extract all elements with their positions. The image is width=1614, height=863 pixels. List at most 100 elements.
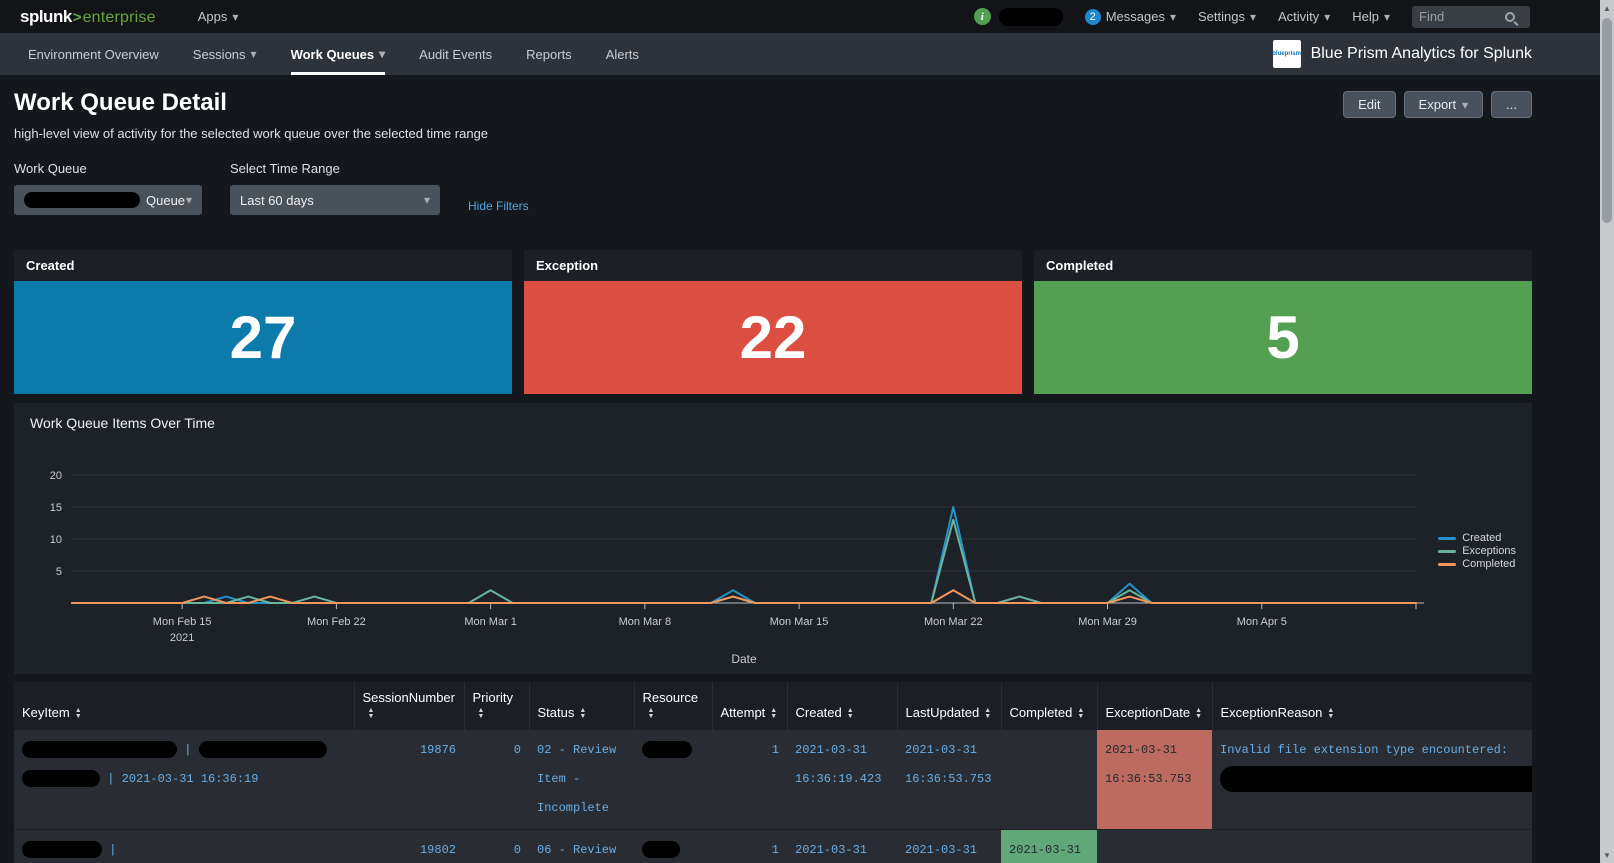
column-header-completed[interactable]: Completed ▲ ▼: [1000, 682, 1097, 730]
column-header-label: Resource: [642, 690, 699, 705]
y-tick-label: 15: [50, 502, 62, 514]
splunk-logo-text: splunk: [20, 6, 72, 26]
table-cell-resource[interactable]: [634, 829, 712, 863]
cell-line: | 2021-03-31 16:36:19: [22, 765, 346, 794]
page-subtitle: high-level view of activity for the sele…: [14, 126, 489, 141]
cell-line: 2021-03-31 13:24:13.337: [1009, 836, 1089, 863]
help-menu[interactable]: Help: [1352, 9, 1390, 24]
nav-tab-environment-overview[interactable]: Environment Overview: [28, 33, 159, 75]
table-cell-exceptiondate[interactable]: 2021-03-31 16:36:53.753: [1097, 729, 1212, 830]
app-title: Blue Prism Analytics for Splunk: [1310, 45, 1532, 62]
table-cell-status[interactable]: 06 - Review Item -: [529, 829, 634, 863]
legend-item-completed[interactable]: Completed: [1438, 558, 1516, 570]
export-button[interactable]: Export: [1403, 91, 1484, 118]
info-icon: i: [973, 8, 991, 25]
messages-menu[interactable]: 2 Messages: [1084, 8, 1176, 25]
chevron-down-icon: [251, 48, 257, 60]
table-cell-priority[interactable]: 0: [464, 829, 529, 863]
scroll-down-arrow-icon[interactable]: ▼: [1600, 847, 1614, 863]
table-cell-keyitem[interactable]: | v2 - Authentication | 2021-03-31 13:21…: [14, 829, 354, 863]
cell-line: 2021-03-31 16:36:19.423: [795, 736, 889, 794]
series-line-exceptions: [71, 518, 1417, 604]
column-header-keyitem[interactable]: KeyItem ▲ ▼: [14, 682, 354, 730]
redacted-text: [22, 741, 177, 759]
x-tick-label: Mon Feb 22: [307, 616, 366, 628]
table-cell-exceptionreason[interactable]: Invalid file extension type encountered:: [1212, 729, 1532, 830]
sort-icon: ▲ ▼: [846, 706, 854, 720]
column-header-label: ExceptionDate: [1105, 705, 1191, 720]
table-cell-priority[interactable]: 0: [464, 729, 529, 830]
sort-icon: ▲ ▼: [1077, 706, 1085, 720]
table-cell-lastupdated[interactable]: 2021-03-31 16:36:53.753: [897, 729, 1001, 830]
scroll-up-arrow-icon[interactable]: ▲: [1600, 0, 1614, 16]
kpi-panel-created: Created 27: [14, 250, 512, 394]
table-cell-session[interactable]: 19802: [354, 829, 464, 863]
column-header-exceptionreason[interactable]: ExceptionReason ▲ ▼: [1211, 682, 1532, 730]
chevron-down-icon: [424, 194, 430, 206]
sort-icon: ▲ ▼: [647, 706, 655, 720]
column-header-priority[interactable]: Priority ▲ ▼: [463, 682, 529, 730]
table-cell-exceptionreason[interactable]: [1212, 829, 1532, 863]
table-cell-lastupdated[interactable]: 2021-03-31 13:24:13.337: [897, 829, 1001, 863]
kpi-panel-exception: Exception 22: [524, 250, 1022, 394]
redacted-text: [642, 841, 680, 859]
table-cell-exceptiondate[interactable]: [1097, 829, 1212, 863]
legend-swatch-icon: [1438, 536, 1457, 540]
x-tick-label: Mon Apr 5: [1237, 616, 1287, 628]
find-input[interactable]: [1419, 9, 1501, 24]
table-cell-attempt[interactable]: 1: [712, 729, 787, 830]
scrollbar-thumb[interactable]: [1602, 18, 1612, 223]
legend-item-exceptions[interactable]: Exceptions: [1438, 545, 1516, 557]
nav-tab-reports[interactable]: Reports: [526, 33, 572, 75]
table-cell-completed[interactable]: 2021-03-31 13:24:13.337: [1001, 829, 1097, 863]
cell-line: 2021-03-31 13:24:13.337: [905, 836, 993, 863]
table-cell-status[interactable]: 02 - Review Item - Incomplete: [529, 729, 634, 830]
sort-icon: ▲ ▼: [770, 706, 778, 720]
time-range-dropdown[interactable]: Last 60 days: [230, 185, 440, 215]
edit-button[interactable]: Edit: [1343, 91, 1396, 118]
table-cell-created[interactable]: 2021-03-31 16:36:19.423: [787, 729, 897, 830]
splunk-logo[interactable]: splunk > enterprise: [20, 7, 156, 27]
chevron-down-icon: [1170, 11, 1176, 23]
chevron-down-icon: [1250, 11, 1256, 23]
y-tick-label: 5: [56, 566, 62, 578]
hide-filters-link[interactable]: Hide Filters: [468, 199, 529, 215]
column-header-label: Status: [537, 705, 575, 720]
settings-menu-label: Settings: [1198, 9, 1245, 24]
nav-tab-work-queues[interactable]: Work Queues: [290, 33, 386, 75]
apps-menu[interactable]: Apps: [198, 9, 239, 24]
column-header-attempt[interactable]: Attempt ▲ ▼: [711, 682, 787, 730]
more-button[interactable]: ...: [1491, 91, 1532, 118]
cell-text: 2021-03-31 13:24:13.337: [1009, 843, 1082, 857]
nav-tab-sessions[interactable]: Sessions: [193, 33, 257, 75]
table-cell-created[interactable]: 2021-03-31 13:21:19.537: [787, 829, 897, 863]
chevron-down-icon: [1384, 11, 1390, 23]
column-header-lastupdated[interactable]: LastUpdated ▲ ▼: [896, 682, 1001, 730]
column-header-status[interactable]: Status ▲ ▼: [528, 682, 634, 730]
blueprism-logo: blueprism: [1272, 40, 1301, 68]
search-icon[interactable]: [1505, 11, 1515, 22]
table-cell-completed[interactable]: [1001, 729, 1097, 830]
table-cell-resource[interactable]: [634, 729, 712, 830]
nav-tab-audit-events[interactable]: Audit Events: [419, 33, 492, 75]
activity-menu[interactable]: Activity: [1278, 9, 1330, 24]
redacted-queue-name: [24, 192, 140, 208]
column-header-created[interactable]: Created ▲ ▼: [786, 682, 897, 730]
column-header-exceptiondate[interactable]: ExceptionDate ▲ ▼: [1096, 682, 1212, 730]
work-queue-dropdown[interactable]: Queue: [14, 185, 202, 215]
legend-item-created[interactable]: Created: [1438, 532, 1516, 544]
nav-tab-label: Sessions: [192, 46, 246, 62]
column-header-session[interactable]: SessionNumber ▲ ▼: [353, 682, 464, 730]
cell-line: |: [22, 836, 346, 863]
chevron-down-icon: [1324, 11, 1330, 23]
user-menu[interactable]: i: [973, 7, 1063, 26]
work-queue-label: Work Queue: [14, 161, 87, 176]
settings-menu[interactable]: Settings: [1198, 9, 1256, 24]
table-cell-attempt[interactable]: 1: [712, 829, 787, 863]
table-cell-session[interactable]: 19876: [354, 729, 464, 830]
column-header-resource[interactable]: Resource ▲ ▼: [633, 682, 712, 730]
table-cell-keyitem[interactable]: | | 2021-03-31 16:36:19: [14, 729, 354, 830]
cell-line: 1: [720, 736, 779, 765]
work-queue-value: Queue: [146, 192, 186, 208]
nav-tab-alerts[interactable]: Alerts: [606, 33, 639, 75]
